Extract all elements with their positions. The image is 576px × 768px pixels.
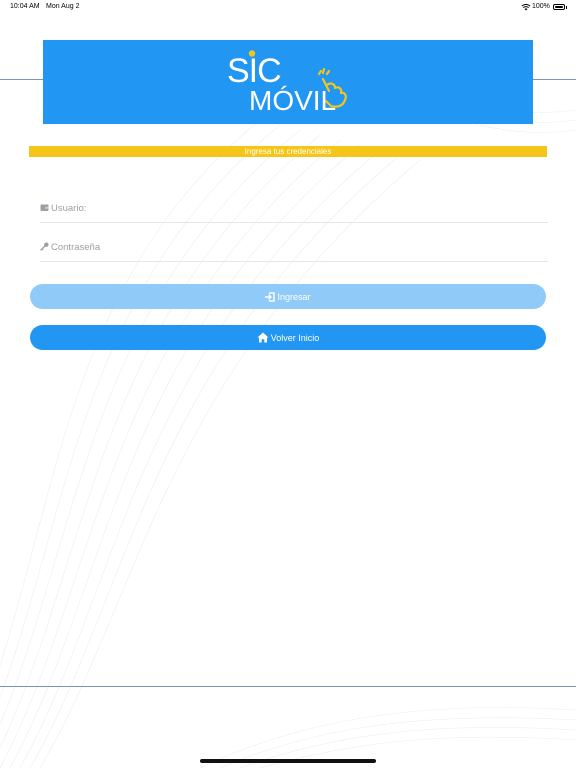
password-input[interactable]: [51, 237, 531, 257]
home-button[interactable]: Volver Inicio: [30, 325, 546, 350]
username-input[interactable]: [51, 198, 531, 218]
login-button[interactable]: Ingresar: [30, 284, 546, 309]
home-icon: [257, 332, 269, 343]
home-indicator[interactable]: [200, 759, 376, 763]
username-field: [40, 196, 548, 223]
logo-line2: MÓVIL: [249, 85, 336, 116]
status-time: 10:04 AM: [10, 3, 40, 10]
wallet-icon: [40, 204, 49, 211]
password-field: [40, 235, 548, 262]
logo-banner: SIC MÓVIL: [43, 40, 533, 124]
battery-tip: [566, 6, 567, 9]
status-date: Mon Aug 2: [46, 3, 80, 10]
credentials-banner: Ingresa tus credenciales: [29, 146, 547, 157]
battery-icon: [553, 4, 565, 10]
status-bar: 10:04 AM Mon Aug 2 100%: [0, 0, 576, 14]
key-icon: [40, 242, 49, 251]
sign-in-icon: [265, 291, 276, 302]
app-logo: SIC MÓVIL: [227, 50, 347, 116]
login-button-label: Ingresar: [277, 291, 311, 302]
battery-percentage: 100%: [532, 3, 550, 10]
bottom-divider: [0, 686, 576, 687]
home-button-label: Volver Inicio: [270, 332, 320, 343]
wifi-icon: [521, 4, 531, 11]
